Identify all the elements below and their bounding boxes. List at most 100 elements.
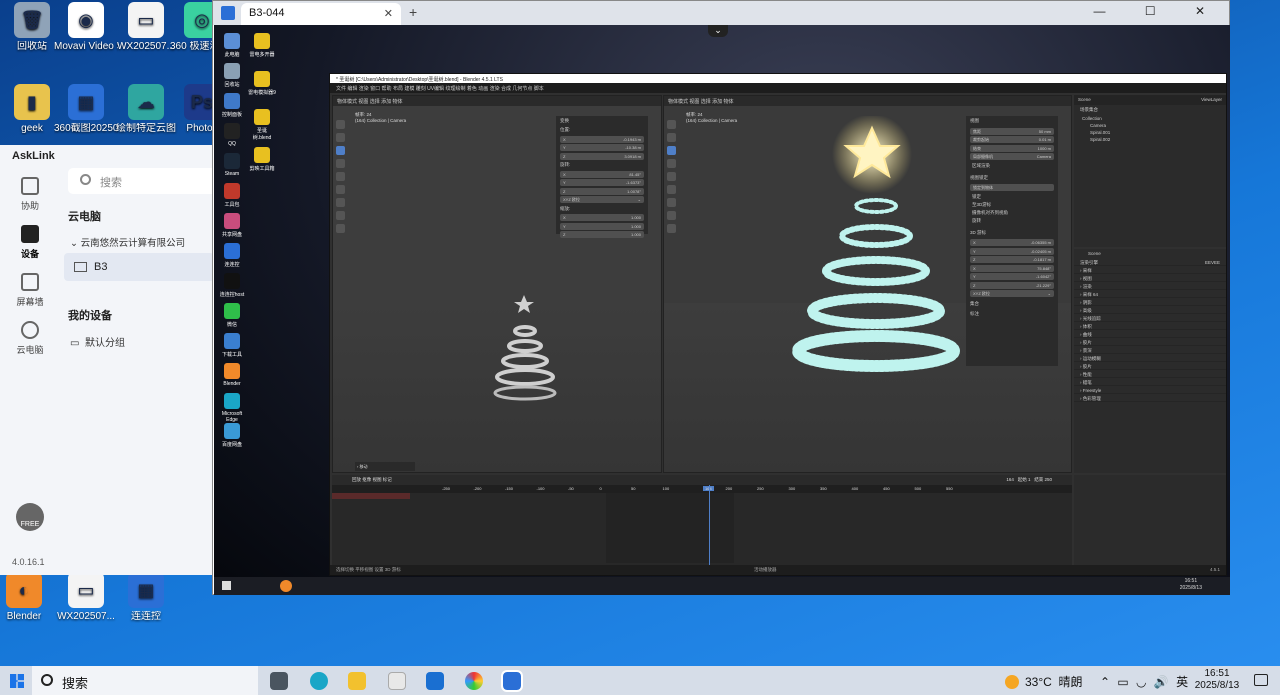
property-section[interactable]: › 阴影 [1074,298,1226,306]
remote-desktop-icon[interactable]: 圣诞树.blend [248,109,276,141]
remote-start-icon[interactable] [222,581,231,590]
remote-desktop-icon[interactable]: 共享网盘 [218,213,246,238]
taskbar-clock[interactable]: 16:51 2025/8/13 [1192,668,1242,692]
remote-desktop-icon[interactable]: 工具包 [218,183,246,208]
rotation-mode-select[interactable]: XYZ 欧拉 ⌄ [560,196,644,203]
new-tab-button[interactable]: + [409,4,417,20]
render-engine-select[interactable]: 渲染引擎 EEVEE [1074,258,1226,266]
desktop-icon[interactable]: ▭ WX202507... [114,2,178,53]
asklink-search-input[interactable]: 搜索 [68,168,218,194]
right-toolbar[interactable] [667,120,677,237]
company-group[interactable]: ⌄ 云南悠然云计算有限公司 [70,235,185,249]
property-section[interactable]: › 景深 [1074,346,1226,354]
cursor-rotation-field[interactable]: X 75.848° [970,264,1054,272]
property-section[interactable]: › 光线追踪 [1074,314,1226,322]
property-section[interactable]: › 视图 [1074,274,1226,282]
remote-app-icon[interactable] [501,670,523,692]
mail-icon[interactable] [426,672,444,690]
outliner-item[interactable]: Camera [1074,122,1226,129]
desktop-icon[interactable]: ◐ Blender [0,572,56,623]
cursor-rotation-field[interactable]: Z -21.229° [970,281,1054,289]
property-section[interactable]: › 曲线 [1074,330,1226,338]
remote-desktop-icon[interactable]: QQ [218,123,246,147]
rotation-field[interactable]: X 81.45° [560,170,644,178]
right-vp-header[interactable]: 物体模式 视图 选择 添加 物体 [664,96,1071,106]
remote-desktop-icon[interactable]: Blender [218,363,246,387]
desktop-icon[interactable]: ▭ WX202507... [54,572,118,623]
local-camera-field[interactable]: 局部摄像机 Camera [970,153,1054,160]
clip-start-field[interactable]: 裁剪起始 0.01 m [970,136,1054,143]
remote-desktop-icon[interactable]: 连连控host [218,273,246,298]
rotation-fields[interactable]: X 81.45° Y -1.6373° Z 1.0078° [556,170,648,195]
default-group[interactable]: ▭ 默认分组 [70,334,125,349]
lock-camera-checkbox[interactable]: 摄像机对齐到视角 [966,209,1058,217]
device-b3[interactable]: B3 [64,253,214,281]
location-field[interactable]: X -0.1943 m [560,135,644,143]
annotations-section[interactable]: 标注 [966,309,1058,319]
remote-desktop-icon[interactable]: 连连控 [218,243,246,268]
desktop-icon[interactable]: ▦ 360截图20250806... [54,84,118,135]
remote-desktop-icon[interactable]: 此电脑 [218,33,246,58]
outliner-item[interactable]: Collection [1074,115,1226,122]
blender-menubar[interactable]: 文件 编辑 渲染 窗口 帮助 布局 建模 雕刻 UV编辑 纹理绘制 着色 动画 … [330,83,1226,93]
cursor-location-field[interactable]: Z -0.1817 m [970,256,1054,263]
lock-3d-cursor-checkbox[interactable]: 至3D游标 [966,201,1058,209]
property-section[interactable]: › 运动模糊 [1074,354,1226,362]
property-section[interactable]: › 胶片 [1074,362,1226,370]
window-controls[interactable]: — ☐ ✕ [1094,4,1223,18]
remote-desktop-icon[interactable]: Steam [218,153,246,177]
nav-assist[interactable]: 协助 [0,167,60,215]
scale-field[interactable]: Z 1.000 [560,231,644,238]
render-region-checkbox[interactable]: 区域渲染 [966,162,1058,170]
task-view-icon[interactable] [270,672,288,690]
current-frame-field[interactable]: 164 [1006,477,1014,482]
property-section[interactable]: › 蜡笔 [1074,378,1226,386]
location-field[interactable]: Z 3.0918 m [560,152,644,160]
property-section[interactable]: › 采样 [1074,266,1226,274]
remote-desktop-icon[interactable]: Microsoft Edge [218,393,246,423]
edge-icon[interactable] [310,672,328,690]
remote-desktop-icon[interactable]: 微信 [218,303,246,328]
timeline[interactable]: 回放 抠像 视图 标记 164 起始 1 结束 250 -250 -200 -150… [332,475,1072,565]
location-fields[interactable]: X -0.1943 m Y -10.38 m Z 3.0918 m [556,135,648,160]
close-tab-icon[interactable]: ✕ [384,7,393,20]
collections-section[interactable]: 集合 [966,299,1058,309]
remote-desktop-icon[interactable]: 雷电模拟器9 [248,71,276,96]
right-view-panel[interactable]: 视图 焦距 50 mm 裁剪起始 0.01 m 结束 1000 m 局部摄像机 Came… [966,116,1058,366]
nav-screen-wall[interactable]: 屏幕墙 [0,263,60,311]
outliner-item[interactable]: Spiral.002 [1074,136,1226,143]
location-field[interactable]: Y -10.38 m [560,144,644,151]
property-section[interactable]: › 高级 [1074,306,1226,314]
browser-icon[interactable] [465,672,483,690]
left-vp-header[interactable]: 物体模式 视图 选择 添加 物体 [333,96,661,106]
properties-panel[interactable]: Scene 渲染引擎 EEVEE › 采样 › 视图 › 渲染 › 采样 64 › 阴影 ›… [1074,249,1226,473]
blender-window[interactable]: * 圣诞树 [C:\Users\Administrator\Desktop\圣诞… [329,73,1227,576]
playhead[interactable] [709,485,710,565]
property-section[interactable]: › 胶片 [1074,338,1226,346]
outliner-item[interactable]: Spiral.001 [1074,129,1226,136]
scale-field[interactable]: Y 1.000 [560,222,644,230]
remote-desktop-icon[interactable]: 控制面板 [218,93,246,118]
remote-desktop-icon[interactable]: 雷电多开器 [248,33,276,58]
notification-icon[interactable] [1254,674,1268,686]
property-section[interactable]: › 性能 [1074,370,1226,378]
scale-fields[interactable]: X 1.000 Y 1.000 Z 1.000 [556,214,648,238]
free-badge[interactable]: FREE [16,503,44,531]
property-section[interactable]: › 色彩管理 [1074,394,1226,402]
rotation-field[interactable]: Y -1.6373° [560,179,644,186]
timeline-ruler[interactable]: -250-200-150-100-50050100164200250300350… [332,485,1072,493]
focal-length-field[interactable]: 焦距 50 mm [970,127,1054,135]
cursor-rotation-field[interactable]: Y -1.6042° [970,273,1054,280]
remote-screen[interactable]: ⌄ 此电脑 回收站 控制面板 QQ Steam 工具包 共享网盘 连连控 连连控host 微信 下载… [214,25,1230,595]
nav-devices[interactable]: 设备 [0,215,60,263]
taskbar-search-input[interactable]: 搜索 [32,666,258,695]
cursor-location-fields[interactable]: X -0.06355 m Y -0.02405 m Z -0.1817 m [966,239,1058,263]
property-section[interactable]: › 采样 64 [1074,290,1226,298]
remote-desktop-icon[interactable]: 剪映工具箱 [248,147,276,172]
start-button[interactable] [10,674,24,688]
remote-blender-taskbar-icon[interactable] [280,580,292,592]
outliner-list[interactable]: Collection Camera Spiral.001 Spiral.002 [1074,115,1226,143]
desktop-icon[interactable]: ▦ 连连控 [114,572,178,623]
desktop-icon[interactable]: ☁ 绘制特定云图 [114,84,178,135]
file-explorer-icon[interactable] [348,672,366,690]
